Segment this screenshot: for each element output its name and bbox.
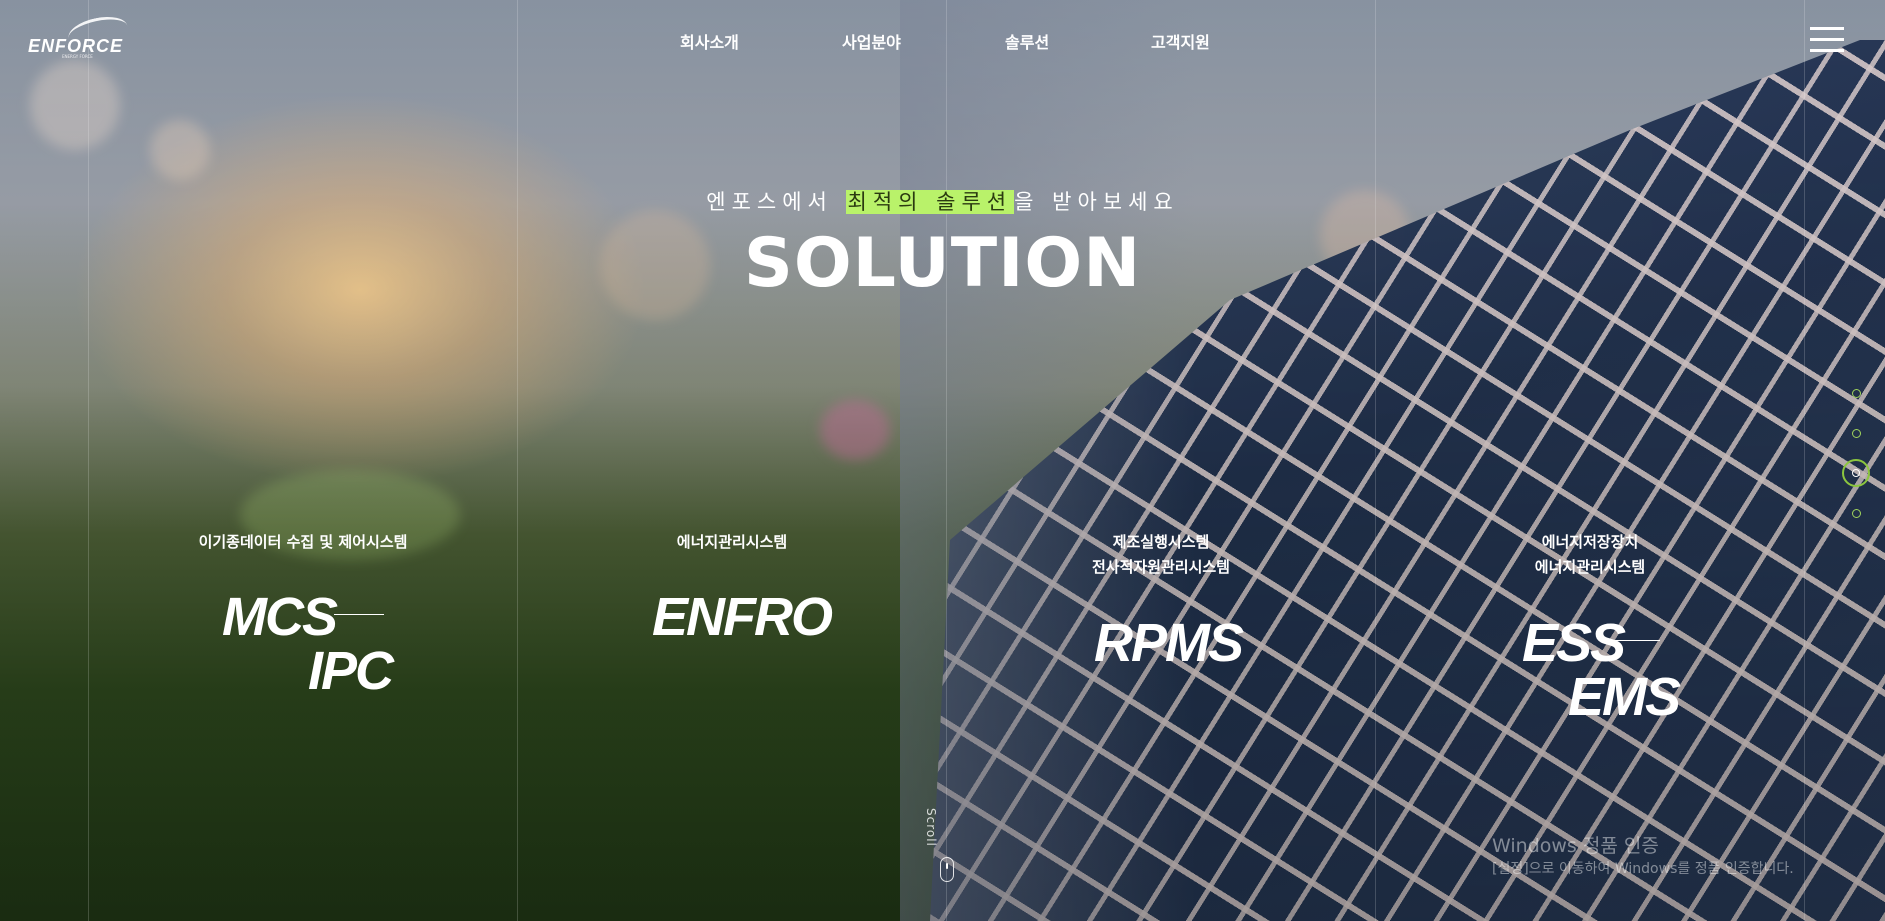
solution-card-ess-ems[interactable]: 에너지저장장치 에너지관리시스템: [1375, 530, 1805, 580]
column-divider: [946, 0, 947, 921]
main-nav: 회사소개 사업분야 솔루션 고객지원: [0, 29, 1885, 53]
solution-code-ipc[interactable]: IPC: [308, 640, 394, 702]
hero-subtitle: 엔포스에서 최적의 솔루션을 받아보세요: [0, 186, 1885, 216]
column-divider: [1804, 0, 1805, 921]
solution-code-enfro[interactable]: ENFRO: [652, 586, 833, 648]
logo-subtext: ENERGY FORCE: [62, 54, 93, 59]
pagination-dot-1[interactable]: [1852, 389, 1861, 398]
pagination-dot-4[interactable]: [1852, 509, 1861, 518]
solution-card-rpms[interactable]: 제조실행시스템 전사적자원관리시스템: [946, 530, 1376, 580]
solution-desc: 이기종데이터 수집 및 제어시스템: [198, 533, 408, 551]
hero-subtitle-highlight: 최적의 솔루션: [845, 190, 1015, 214]
hero-subtitle-post: 을 받아보세요: [1014, 190, 1179, 214]
hero-title: SOLUTION: [743, 224, 1142, 303]
solution-desc-line1: 제조실행시스템: [1112, 533, 1210, 551]
nav-company[interactable]: 회사소개: [680, 29, 739, 53]
solution-desc-line2: 에너지관리시스템: [1534, 558, 1646, 576]
solution-code-rpms[interactable]: RPMS: [1094, 612, 1244, 674]
dark-overlay: [0, 0, 1885, 921]
pagination-dot-2[interactable]: [1852, 429, 1861, 438]
solution-code-ems[interactable]: EMS: [1568, 666, 1681, 728]
code-dash: [1610, 640, 1660, 641]
nav-support[interactable]: 고객지원: [1151, 29, 1210, 53]
solution-card-enfro[interactable]: 에너지관리시스템: [517, 530, 947, 555]
pagination-dot-3-center: [1852, 469, 1860, 477]
solution-code-mcs[interactable]: MCS: [222, 586, 338, 648]
nav-solution[interactable]: 솔루션: [1005, 29, 1049, 53]
solution-card-mcs-ipc[interactable]: 이기종데이터 수집 및 제어시스템: [88, 530, 518, 555]
scroll-label: Scroll: [924, 808, 938, 847]
solution-desc: 에너지관리시스템: [676, 533, 788, 551]
hamburger-menu-icon[interactable]: [1810, 27, 1844, 53]
nav-business[interactable]: 사업분야: [842, 29, 901, 53]
windows-activation-title: Windows 정품 인증: [1492, 835, 1659, 857]
column-divider: [1375, 0, 1376, 921]
solution-desc-line2: 전사적자원관리시스템: [1091, 558, 1230, 576]
column-divider: [88, 0, 89, 921]
code-dash: [334, 614, 384, 615]
hero-subtitle-pre: 엔포스에서: [706, 190, 846, 214]
solution-code-ess[interactable]: ESS: [1522, 612, 1626, 674]
column-divider: [517, 0, 518, 921]
scroll-mouse-icon[interactable]: [940, 857, 954, 882]
windows-activation-message: [설정]으로 이동하여 Windows를 정품 인증합니다.: [1492, 861, 1794, 877]
solution-desc-line1: 에너지저장장치: [1541, 533, 1639, 551]
